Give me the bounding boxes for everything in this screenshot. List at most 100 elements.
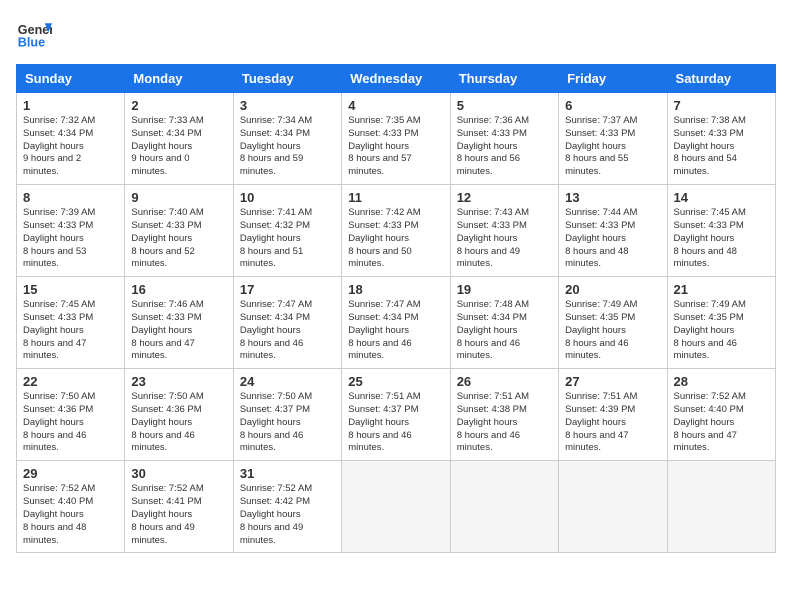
cell-info: Sunrise: 7:37 AM Sunset: 4:33 PM Dayligh… (565, 115, 660, 179)
logo-icon: General Blue (16, 16, 52, 52)
day-number: 1 (23, 98, 118, 113)
calendar-cell: 26 Sunrise: 7:51 AM Sunset: 4:38 PM Dayl… (450, 369, 558, 461)
calendar-cell: 2 Sunrise: 7:33 AM Sunset: 4:34 PM Dayli… (125, 93, 233, 185)
cell-info: Sunrise: 7:43 AM Sunset: 4:33 PM Dayligh… (457, 207, 552, 271)
calendar-cell: 23 Sunrise: 7:50 AM Sunset: 4:36 PM Dayl… (125, 369, 233, 461)
day-number: 12 (457, 190, 552, 205)
calendar-cell: 19 Sunrise: 7:48 AM Sunset: 4:34 PM Dayl… (450, 277, 558, 369)
calendar-cell (667, 461, 775, 553)
cell-info: Sunrise: 7:40 AM Sunset: 4:33 PM Dayligh… (131, 207, 226, 271)
calendar-cell: 25 Sunrise: 7:51 AM Sunset: 4:37 PM Dayl… (342, 369, 450, 461)
calendar-cell: 5 Sunrise: 7:36 AM Sunset: 4:33 PM Dayli… (450, 93, 558, 185)
day-number: 31 (240, 466, 335, 481)
weekday-header-wednesday: Wednesday (342, 65, 450, 93)
cell-info: Sunrise: 7:52 AM Sunset: 4:40 PM Dayligh… (23, 483, 118, 547)
cell-info: Sunrise: 7:49 AM Sunset: 4:35 PM Dayligh… (674, 299, 769, 363)
calendar-cell: 20 Sunrise: 7:49 AM Sunset: 4:35 PM Dayl… (559, 277, 667, 369)
day-number: 9 (131, 190, 226, 205)
day-number: 29 (23, 466, 118, 481)
calendar-cell: 14 Sunrise: 7:45 AM Sunset: 4:33 PM Dayl… (667, 185, 775, 277)
day-number: 14 (674, 190, 769, 205)
calendar-cell: 13 Sunrise: 7:44 AM Sunset: 4:33 PM Dayl… (559, 185, 667, 277)
cell-info: Sunrise: 7:51 AM Sunset: 4:39 PM Dayligh… (565, 391, 660, 455)
calendar-cell: 22 Sunrise: 7:50 AM Sunset: 4:36 PM Dayl… (17, 369, 125, 461)
day-number: 7 (674, 98, 769, 113)
cell-info: Sunrise: 7:51 AM Sunset: 4:38 PM Dayligh… (457, 391, 552, 455)
calendar-cell: 9 Sunrise: 7:40 AM Sunset: 4:33 PM Dayli… (125, 185, 233, 277)
cell-info: Sunrise: 7:52 AM Sunset: 4:40 PM Dayligh… (674, 391, 769, 455)
calendar-cell: 1 Sunrise: 7:32 AM Sunset: 4:34 PM Dayli… (17, 93, 125, 185)
cell-info: Sunrise: 7:50 AM Sunset: 4:37 PM Dayligh… (240, 391, 335, 455)
day-number: 2 (131, 98, 226, 113)
calendar-cell: 30 Sunrise: 7:52 AM Sunset: 4:41 PM Dayl… (125, 461, 233, 553)
cell-info: Sunrise: 7:35 AM Sunset: 4:33 PM Dayligh… (348, 115, 443, 179)
cell-info: Sunrise: 7:44 AM Sunset: 4:33 PM Dayligh… (565, 207, 660, 271)
cell-info: Sunrise: 7:32 AM Sunset: 4:34 PM Dayligh… (23, 115, 118, 179)
day-number: 17 (240, 282, 335, 297)
day-number: 13 (565, 190, 660, 205)
calendar-cell: 12 Sunrise: 7:43 AM Sunset: 4:33 PM Dayl… (450, 185, 558, 277)
page-header: General Blue (16, 16, 776, 52)
weekday-header-friday: Friday (559, 65, 667, 93)
day-number: 11 (348, 190, 443, 205)
calendar-cell: 6 Sunrise: 7:37 AM Sunset: 4:33 PM Dayli… (559, 93, 667, 185)
cell-info: Sunrise: 7:45 AM Sunset: 4:33 PM Dayligh… (23, 299, 118, 363)
calendar-cell (342, 461, 450, 553)
day-number: 22 (23, 374, 118, 389)
calendar-cell: 7 Sunrise: 7:38 AM Sunset: 4:33 PM Dayli… (667, 93, 775, 185)
day-number: 26 (457, 374, 552, 389)
cell-info: Sunrise: 7:52 AM Sunset: 4:42 PM Dayligh… (240, 483, 335, 547)
cell-info: Sunrise: 7:52 AM Sunset: 4:41 PM Dayligh… (131, 483, 226, 547)
calendar-cell: 3 Sunrise: 7:34 AM Sunset: 4:34 PM Dayli… (233, 93, 341, 185)
day-number: 24 (240, 374, 335, 389)
weekday-header-thursday: Thursday (450, 65, 558, 93)
day-number: 27 (565, 374, 660, 389)
cell-info: Sunrise: 7:50 AM Sunset: 4:36 PM Dayligh… (131, 391, 226, 455)
calendar-cell: 24 Sunrise: 7:50 AM Sunset: 4:37 PM Dayl… (233, 369, 341, 461)
calendar-cell: 29 Sunrise: 7:52 AM Sunset: 4:40 PM Dayl… (17, 461, 125, 553)
cell-info: Sunrise: 7:50 AM Sunset: 4:36 PM Dayligh… (23, 391, 118, 455)
svg-text:Blue: Blue (18, 36, 45, 50)
day-number: 30 (131, 466, 226, 481)
calendar-cell: 11 Sunrise: 7:42 AM Sunset: 4:33 PM Dayl… (342, 185, 450, 277)
weekday-header-saturday: Saturday (667, 65, 775, 93)
calendar-cell: 27 Sunrise: 7:51 AM Sunset: 4:39 PM Dayl… (559, 369, 667, 461)
day-number: 21 (674, 282, 769, 297)
cell-info: Sunrise: 7:48 AM Sunset: 4:34 PM Dayligh… (457, 299, 552, 363)
calendar-cell: 28 Sunrise: 7:52 AM Sunset: 4:40 PM Dayl… (667, 369, 775, 461)
calendar-cell: 18 Sunrise: 7:47 AM Sunset: 4:34 PM Dayl… (342, 277, 450, 369)
day-number: 15 (23, 282, 118, 297)
day-number: 10 (240, 190, 335, 205)
calendar-cell: 15 Sunrise: 7:45 AM Sunset: 4:33 PM Dayl… (17, 277, 125, 369)
calendar-cell: 4 Sunrise: 7:35 AM Sunset: 4:33 PM Dayli… (342, 93, 450, 185)
cell-info: Sunrise: 7:49 AM Sunset: 4:35 PM Dayligh… (565, 299, 660, 363)
weekday-header-monday: Monday (125, 65, 233, 93)
cell-info: Sunrise: 7:47 AM Sunset: 4:34 PM Dayligh… (348, 299, 443, 363)
day-number: 4 (348, 98, 443, 113)
cell-info: Sunrise: 7:46 AM Sunset: 4:33 PM Dayligh… (131, 299, 226, 363)
cell-info: Sunrise: 7:45 AM Sunset: 4:33 PM Dayligh… (674, 207, 769, 271)
calendar-cell: 31 Sunrise: 7:52 AM Sunset: 4:42 PM Dayl… (233, 461, 341, 553)
cell-info: Sunrise: 7:36 AM Sunset: 4:33 PM Dayligh… (457, 115, 552, 179)
day-number: 28 (674, 374, 769, 389)
calendar-cell (559, 461, 667, 553)
cell-info: Sunrise: 7:34 AM Sunset: 4:34 PM Dayligh… (240, 115, 335, 179)
day-number: 19 (457, 282, 552, 297)
day-number: 8 (23, 190, 118, 205)
calendar-cell (450, 461, 558, 553)
day-number: 18 (348, 282, 443, 297)
calendar-cell: 8 Sunrise: 7:39 AM Sunset: 4:33 PM Dayli… (17, 185, 125, 277)
cell-info: Sunrise: 7:38 AM Sunset: 4:33 PM Dayligh… (674, 115, 769, 179)
day-number: 16 (131, 282, 226, 297)
weekday-header-sunday: Sunday (17, 65, 125, 93)
cell-info: Sunrise: 7:42 AM Sunset: 4:33 PM Dayligh… (348, 207, 443, 271)
calendar-table: SundayMondayTuesdayWednesdayThursdayFrid… (16, 64, 776, 553)
cell-info: Sunrise: 7:51 AM Sunset: 4:37 PM Dayligh… (348, 391, 443, 455)
weekday-header-tuesday: Tuesday (233, 65, 341, 93)
logo: General Blue (16, 16, 52, 52)
day-number: 5 (457, 98, 552, 113)
day-number: 20 (565, 282, 660, 297)
cell-info: Sunrise: 7:39 AM Sunset: 4:33 PM Dayligh… (23, 207, 118, 271)
day-number: 6 (565, 98, 660, 113)
cell-info: Sunrise: 7:41 AM Sunset: 4:32 PM Dayligh… (240, 207, 335, 271)
